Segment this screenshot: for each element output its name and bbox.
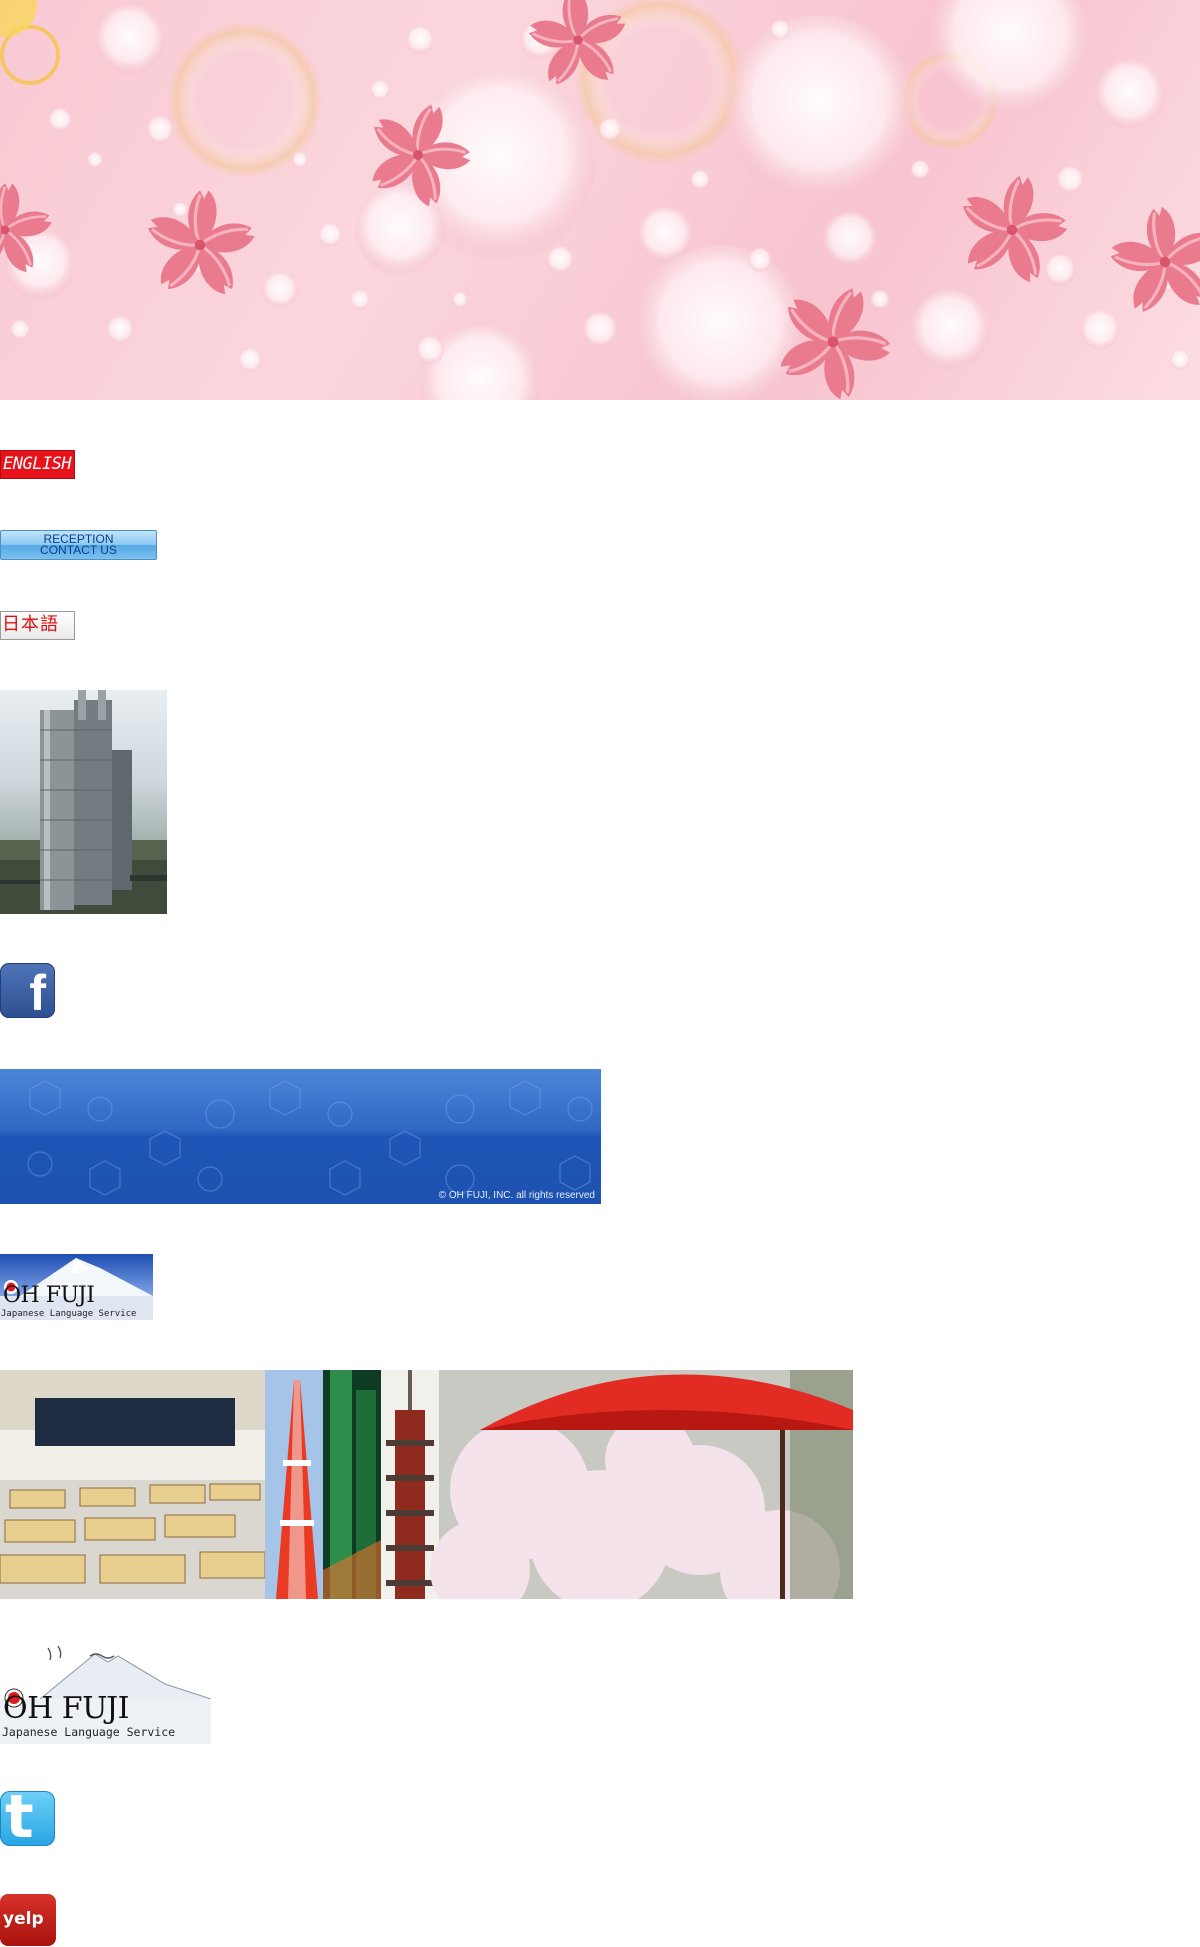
- twitter-glyph: t: [5, 1782, 34, 1852]
- contact-us-label: CONTACT US: [40, 543, 117, 557]
- yelp-label: yelp: [3, 1909, 44, 1929]
- japan-photo-collage: [0, 1370, 853, 1599]
- yelp-icon[interactable]: yelp: [0, 1894, 56, 1946]
- logo-name-large: OH FUJI: [3, 1691, 129, 1726]
- logo-tagline-large: Japanese Language Service: [2, 1725, 175, 1739]
- facebook-icon[interactable]: f: [0, 963, 55, 1021]
- copyright-text: © OH FUJI, INC. all rights reserved: [438, 1190, 595, 1201]
- japanese-button[interactable]: 日本語: [0, 611, 75, 640]
- copyright-banner: © OH FUJI, INC. all rights reserved: [0, 1069, 601, 1204]
- sakura-banner-image: [0, 0, 1200, 400]
- tokyo-government-building-photo: [0, 690, 167, 914]
- logo-name-small: OH FUJI: [3, 1283, 94, 1308]
- twitter-icon[interactable]: t: [0, 1782, 55, 1852]
- oh-fuji-logo-large[interactable]: OH FUJI Japanese Language Service: [0, 1644, 211, 1744]
- facebook-glyph: f: [29, 965, 46, 1021]
- reception-contact-button[interactable]: RECEPTION CONTACT US: [0, 530, 157, 560]
- logo-tagline-small: Japanese Language Service: [1, 1309, 136, 1319]
- english-button[interactable]: ENGLISH: [0, 450, 75, 479]
- oh-fuji-logo-small[interactable]: OH FUJI Japanese Language Service: [0, 1254, 153, 1320]
